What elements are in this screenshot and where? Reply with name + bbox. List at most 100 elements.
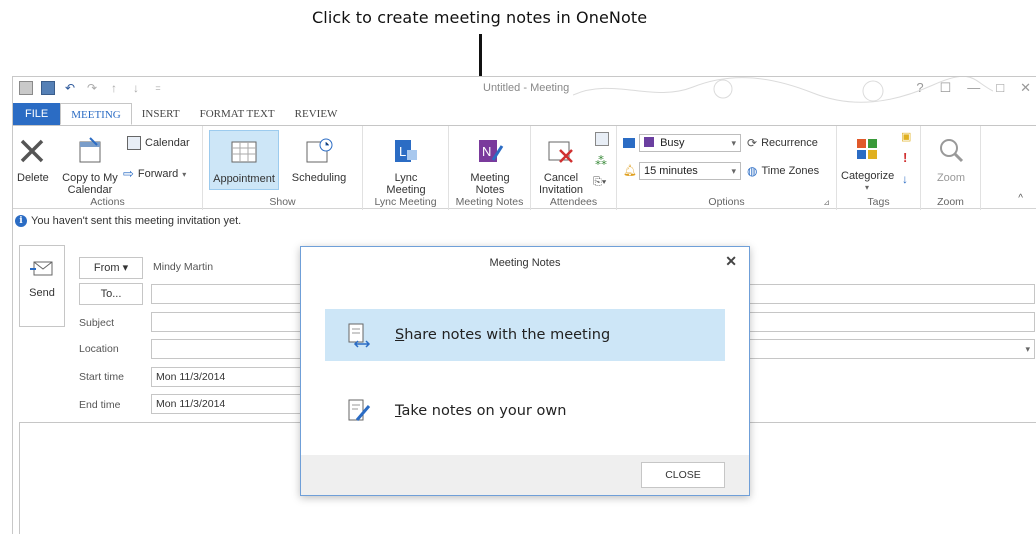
ribbon-display-icon[interactable]: ☐ xyxy=(940,80,952,96)
cancel-label-line2: Invitation xyxy=(538,184,584,196)
delete-button[interactable]: Delete xyxy=(17,136,49,184)
categorize-button[interactable]: Categorize ▾ xyxy=(841,134,895,194)
customize-qat-icon[interactable]: = xyxy=(151,81,165,95)
location-label: Location xyxy=(79,343,119,355)
group-label-show: Show xyxy=(269,196,296,208)
dialog-launcher-icon[interactable]: ⊿ xyxy=(823,198,830,207)
close-window-icon[interactable]: ✕ xyxy=(1020,80,1031,96)
start-time-label: Start time xyxy=(79,371,124,383)
group-actions: Delete Copy to My Calendar Calendar ⇨ Fo… xyxy=(13,126,203,210)
scheduling-button[interactable]: Scheduling xyxy=(283,136,355,184)
ribbon-tabs: FILE MEETING INSERT FORMAT TEXT REVIEW xyxy=(13,103,347,125)
address-book-icon[interactable] xyxy=(595,132,609,146)
redo-icon[interactable]: ↷ xyxy=(85,81,99,95)
group-label-actions: Actions xyxy=(90,196,125,208)
ribbon: Delete Copy to My Calendar Calendar ⇨ Fo… xyxy=(13,125,1036,210)
svg-text:L: L xyxy=(399,144,406,159)
meeting-notes-label-line1: Meeting xyxy=(470,172,510,184)
reminder-dropdown[interactable]: 15 minutes ▾ xyxy=(639,162,741,180)
title-bar: ↶ ↷ ↑ ↓ = Untitled - Meeting ? ☐ — □ ✕ xyxy=(13,77,1036,103)
undo-icon[interactable]: ↶ xyxy=(63,81,77,95)
to-button[interactable]: To... xyxy=(79,283,143,305)
callout-text: Click to create meeting notes in OneNote xyxy=(312,8,648,27)
down-arrow-icon[interactable]: ↓ xyxy=(129,81,143,95)
zoom-button[interactable]: Zoom xyxy=(927,136,975,184)
categorize-label: Categorize xyxy=(841,170,895,182)
forward-button[interactable]: ⇨ Forward ▾ xyxy=(123,166,186,182)
take-notes-text: ake notes on your own xyxy=(401,403,567,419)
up-arrow-icon[interactable]: ↑ xyxy=(107,81,121,95)
group-label-lync: Lync Meeting xyxy=(374,196,437,208)
calendar-button[interactable]: Calendar xyxy=(127,136,190,150)
reminder-bell-icon: 🔔︎ xyxy=(623,165,637,177)
share-notes-label: Share notes with the meeting xyxy=(395,327,610,343)
chevron-down-icon: ▾ xyxy=(731,166,736,176)
recurrence-label: Recurrence xyxy=(761,137,818,149)
tab-meeting[interactable]: MEETING xyxy=(60,103,132,125)
check-names-icon[interactable]: ⁂ xyxy=(595,154,607,168)
appointment-button[interactable]: Appointment xyxy=(209,130,279,190)
group-tags: Categorize ▾ ▣ ! ↓ Tags xyxy=(837,126,921,210)
svg-text:N: N xyxy=(482,144,491,159)
lync-meeting-button[interactable]: L Lync Meeting xyxy=(373,136,439,196)
tab-review[interactable]: REVIEW xyxy=(285,103,348,125)
send-label: Send xyxy=(29,287,55,299)
info-bar-text: You haven't sent this meeting invitation… xyxy=(31,215,242,227)
group-zoom: Zoom Zoom xyxy=(921,126,981,210)
chevron-down-icon[interactable]: ▾ xyxy=(1025,340,1030,358)
share-notes-accesskey: S xyxy=(395,327,405,343)
forward-icon: ⇨ xyxy=(123,166,134,181)
low-importance-icon[interactable]: ↓ xyxy=(902,172,908,186)
take-notes-option[interactable]: Take notes on your own xyxy=(325,385,725,437)
end-date-field[interactable]: Mon 11/3/2014 xyxy=(151,394,311,414)
group-label-tags: Tags xyxy=(867,196,890,208)
lync-label-line1: Lync xyxy=(394,172,418,184)
collapse-ribbon-icon[interactable]: ^ xyxy=(1018,193,1023,204)
delete-icon xyxy=(20,139,44,163)
outlook-app-icon[interactable] xyxy=(19,81,33,95)
onenote-icon: N xyxy=(479,140,504,162)
tab-format-text[interactable]: FORMAT TEXT xyxy=(190,103,285,125)
reminder-value: 15 minutes xyxy=(644,165,698,177)
scheduling-icon xyxy=(306,138,333,163)
private-lock-icon[interactable]: ▣ xyxy=(901,130,911,143)
group-label-zoom: Zoom xyxy=(937,196,964,208)
show-as-dropdown[interactable]: Busy ▾ xyxy=(639,134,741,152)
save-icon[interactable] xyxy=(41,81,55,95)
maximize-icon[interactable]: □ xyxy=(996,80,1004,96)
group-lync-meeting: L Lync Meeting Lync Meeting xyxy=(363,126,449,210)
share-notes-icon xyxy=(348,323,371,348)
start-date-field[interactable]: Mon 11/3/2014 xyxy=(151,367,311,387)
share-notes-option[interactable]: Share notes with the meeting xyxy=(325,309,725,361)
group-label-options: Options xyxy=(708,196,745,208)
scheduling-label: Scheduling xyxy=(291,172,347,184)
tab-insert[interactable]: INSERT xyxy=(132,103,190,125)
calendar-label: Calendar xyxy=(145,137,190,149)
show-as-value: Busy xyxy=(660,137,685,149)
time-zones-button[interactable]: ◍ Time Zones xyxy=(747,164,819,178)
send-button[interactable]: Send xyxy=(19,245,65,327)
minimize-icon[interactable]: — xyxy=(967,80,980,96)
cancel-invitation-button[interactable]: Cancel Invitation xyxy=(535,136,587,196)
annotation-callout: Click to create meeting notes in OneNote xyxy=(0,0,1036,100)
tab-file[interactable]: FILE xyxy=(13,103,61,125)
take-notes-label: Take notes on your own xyxy=(395,403,566,419)
window-controls: ? ☐ — □ ✕ xyxy=(916,80,1031,96)
copy-to-my-calendar-button[interactable]: Copy to My Calendar xyxy=(59,136,121,196)
help-icon[interactable]: ? xyxy=(916,80,923,96)
end-time-label: End time xyxy=(79,399,121,411)
lync-icon: L xyxy=(395,140,417,162)
high-importance-icon[interactable]: ! xyxy=(903,150,907,165)
zoom-label: Zoom xyxy=(936,172,966,184)
close-icon[interactable]: ✕ xyxy=(725,253,737,270)
response-options-icon[interactable]: ⎘▾ xyxy=(593,176,606,189)
quick-access-toolbar: ↶ ↷ ↑ ↓ = xyxy=(19,81,165,95)
group-meeting-notes: N Meeting Notes Meeting Notes xyxy=(449,126,531,210)
close-button[interactable]: CLOSE xyxy=(641,462,725,488)
from-button[interactable]: From ▾ xyxy=(79,257,143,279)
group-options: Busy ▾ 🔔︎ 15 minutes ▾ ⟳ Recurrence ◍ Ti… xyxy=(617,126,837,210)
meeting-notes-button[interactable]: N Meeting Notes xyxy=(457,136,523,196)
group-attendees: Cancel Invitation ⁂ ⎘▾ Attendees xyxy=(531,126,617,210)
busy-swatch-icon xyxy=(644,137,654,147)
recurrence-button[interactable]: ⟳ Recurrence xyxy=(747,136,818,150)
